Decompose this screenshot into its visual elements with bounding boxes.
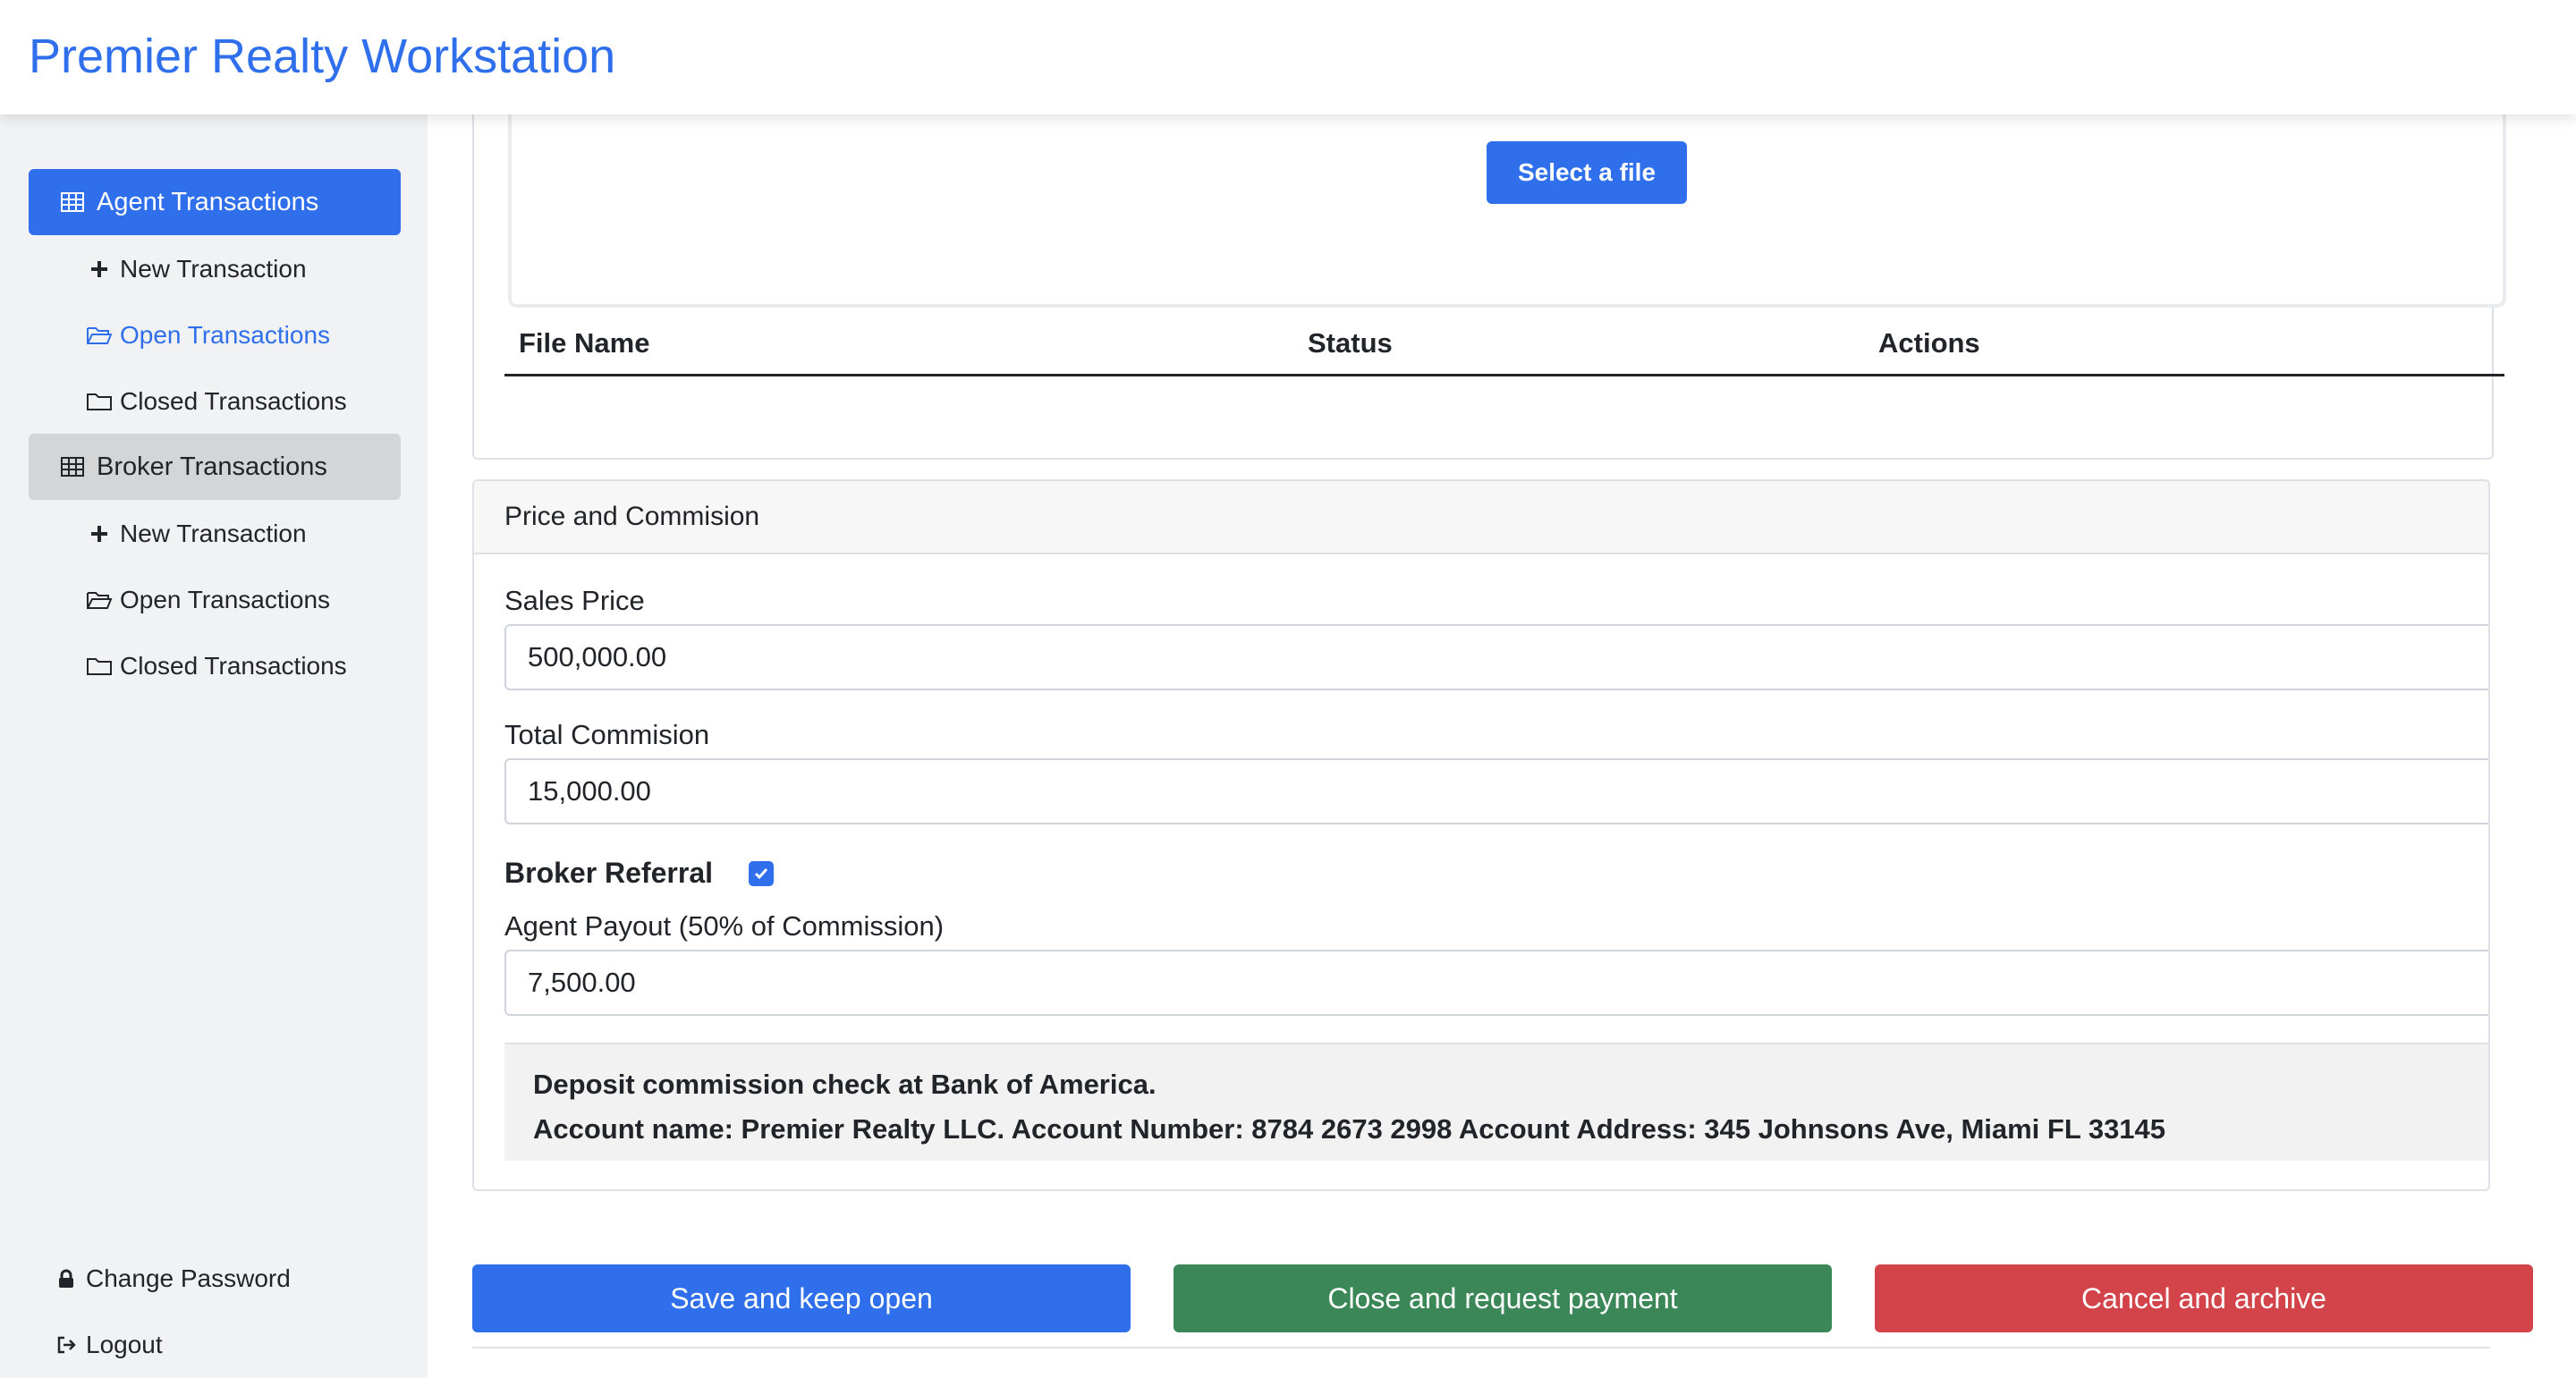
table-icon: [61, 457, 84, 477]
broker-referral-label: Broker Referral: [504, 857, 713, 889]
folder-icon: [87, 658, 112, 675]
broker-referral-checkbox[interactable]: [749, 860, 774, 886]
select-file-button[interactable]: Select a file: [1487, 141, 1687, 204]
table-icon: [61, 192, 84, 212]
sidebar-group-label: Broker Transactions: [97, 452, 327, 481]
agent-payout-input[interactable]: [504, 950, 2488, 1016]
folder-open-icon: [87, 327, 113, 344]
folder-icon: [87, 393, 112, 410]
checkmark-icon: [754, 867, 768, 879]
cancel-archive-button[interactable]: Cancel and archive: [1875, 1264, 2533, 1332]
top-navbar: Premier Realty Workstation: [0, 0, 2576, 114]
sidebar-item-broker-closed-transactions[interactable]: Closed Transactions: [86, 648, 347, 684]
sidebar-item-agent-closed-transactions[interactable]: Closed Transactions: [86, 384, 347, 419]
sidebar-item-broker-open-transactions[interactable]: Open Transactions: [86, 582, 330, 618]
plus-icon: [91, 261, 107, 277]
column-header-status: Status: [1308, 327, 1393, 359]
file-upload-card: Select a file File Name Status Actions: [472, 106, 2506, 460]
deposit-note-line1: Deposit commission check at Bank of Amer…: [533, 1069, 1157, 1100]
folder-open-icon: [87, 592, 113, 609]
sidebar-item-label: New Transaction: [120, 520, 307, 547]
sidebar-item-agent-open-transactions[interactable]: Open Transactions: [86, 317, 330, 353]
sidebar-group-broker-transactions[interactable]: Broker Transactions: [29, 434, 401, 500]
agent-payout-label: Agent Payout (50% of Commission): [504, 910, 945, 942]
lock-icon: [59, 1269, 73, 1288]
total-commission-label: Total Commision: [504, 719, 710, 750]
save-keep-open-button[interactable]: Save and keep open: [472, 1264, 1131, 1332]
column-header-actions: Actions: [1878, 327, 1980, 359]
sidebar-item-agent-new-transaction[interactable]: New Transaction: [86, 251, 307, 287]
plus-icon: [91, 526, 107, 542]
card-header: Price and Commision: [474, 481, 2488, 554]
app-title[interactable]: Premier Realty Workstation: [29, 27, 615, 86]
main-content: Select a file File Name Status Actions P…: [428, 106, 2576, 1378]
sidebar-group-label: Agent Transactions: [97, 187, 319, 216]
logout-icon: [57, 1336, 76, 1354]
divider: [472, 1347, 2490, 1348]
sidebar-item-label: Open Transactions: [120, 586, 331, 613]
sidebar-item-broker-new-transaction[interactable]: New Transaction: [86, 516, 307, 552]
sidebar-item-label: New Transaction: [120, 255, 307, 283]
broker-referral-row: Broker Referral: [504, 857, 774, 890]
deposit-note: Deposit commission check at Bank of Amer…: [504, 1043, 2488, 1161]
close-request-payment-button[interactable]: Close and request payment: [1174, 1264, 1832, 1332]
sidebar-group-agent-transactions[interactable]: Agent Transactions: [29, 169, 401, 235]
sidebar: Agent Transactions New Transaction Open …: [0, 114, 429, 1378]
deposit-note-line2: Account name: Premier Realty LLC. Accoun…: [533, 1113, 2166, 1145]
sales-price-label: Sales Price: [504, 585, 645, 616]
sidebar-item-label: Open Transactions: [120, 321, 331, 349]
change-password-label: Change Password: [86, 1264, 291, 1292]
total-commission-input[interactable]: [504, 758, 2488, 824]
change-password-link[interactable]: Change Password: [55, 1261, 291, 1297]
file-dropzone[interactable]: Select a file: [508, 106, 2506, 308]
sidebar-item-label: Closed Transactions: [120, 652, 347, 680]
logout-link[interactable]: Logout: [55, 1327, 163, 1363]
logout-label: Logout: [86, 1331, 163, 1358]
column-header-file-name: File Name: [519, 327, 650, 359]
file-table-header: File Name Status Actions: [504, 317, 2504, 376]
sales-price-input[interactable]: [504, 624, 2488, 690]
sidebar-item-label: Closed Transactions: [120, 387, 347, 415]
price-commission-card: Price and Commision Sales Price Total Co…: [472, 479, 2490, 1191]
